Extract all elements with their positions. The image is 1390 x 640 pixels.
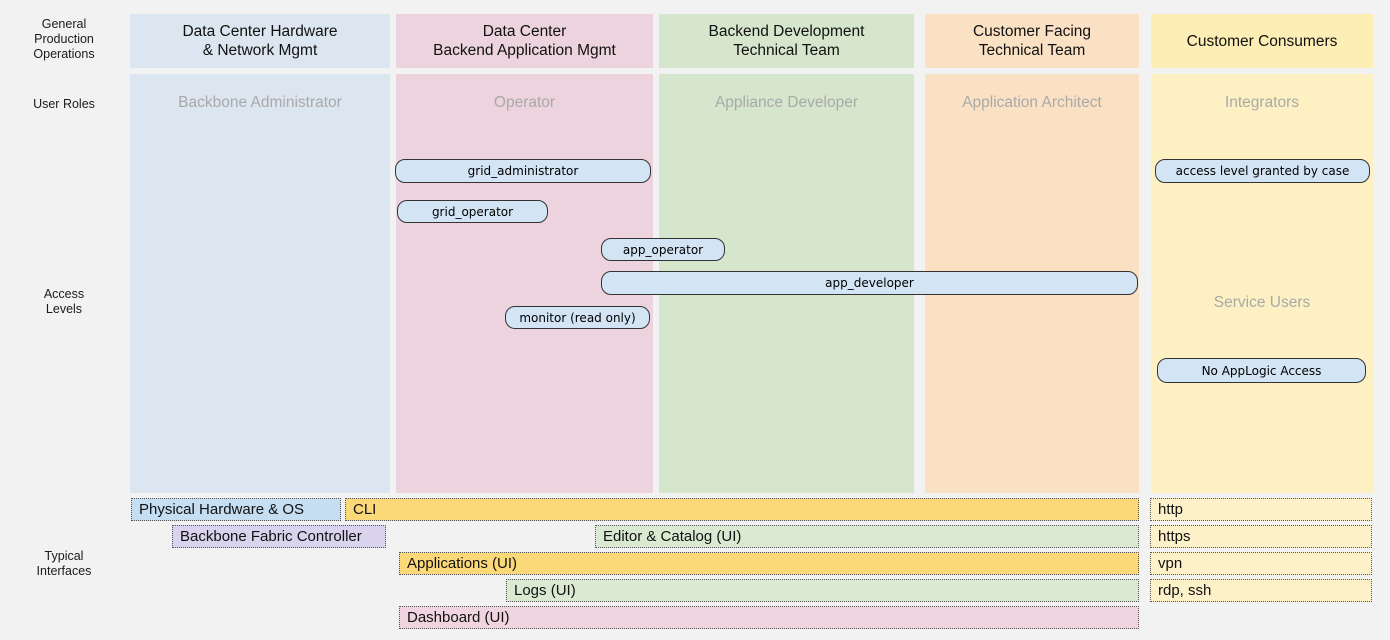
column-header-dc-backend-app: Data Center Backend Application Mgmt bbox=[396, 14, 653, 68]
access-pill-grid-operator: grid_operator bbox=[397, 200, 548, 223]
user-role-operator: Operator bbox=[396, 74, 653, 112]
access-pill-grid-administrator: grid_administrator bbox=[395, 159, 651, 183]
interface-bar-dashboard-ui: Dashboard (UI) bbox=[399, 606, 1139, 629]
interface-bar-http: http bbox=[1150, 498, 1372, 521]
column-body-dc-hardware-network: Backbone Administrator bbox=[130, 74, 390, 493]
interface-bar-applications-ui: Applications (UI) bbox=[399, 552, 1139, 575]
column-body-customer-consumers: Integrators bbox=[1151, 74, 1373, 493]
label-typical-interfaces: Typical Interfaces bbox=[12, 549, 116, 579]
label-access-levels: Access Levels bbox=[12, 287, 116, 317]
access-pill-monitor-read-only: monitor (read only) bbox=[505, 306, 650, 329]
interface-bar-https: https bbox=[1150, 525, 1372, 548]
interface-bar-vpn: vpn bbox=[1150, 552, 1372, 575]
interface-bar-backbone-fabric-controller: Backbone Fabric Controller bbox=[172, 525, 386, 548]
interface-bar-editor-catalog-ui: Editor & Catalog (UI) bbox=[595, 525, 1139, 548]
user-role-service-users: Service Users bbox=[1151, 294, 1373, 312]
role-access-diagram: General Production Operations User Roles… bbox=[0, 0, 1390, 640]
column-header-backend-dev-team: Backend Development Technical Team bbox=[659, 14, 914, 68]
column-header-customer-consumers: Customer Consumers bbox=[1151, 14, 1373, 68]
interface-bar-logs-ui: Logs (UI) bbox=[506, 579, 1139, 602]
access-pill-app-operator: app_operator bbox=[601, 238, 725, 261]
access-pill-no-applogic-access: No AppLogic Access bbox=[1157, 358, 1366, 383]
access-pill-granted-by-case: access level granted by case bbox=[1155, 159, 1370, 183]
column-header-customer-facing-team: Customer Facing Technical Team bbox=[925, 14, 1139, 68]
interface-bar-rdp-ssh: rdp, ssh bbox=[1150, 579, 1372, 602]
user-role-application-architect: Application Architect bbox=[925, 74, 1139, 112]
label-general-production-operations: General Production Operations bbox=[12, 17, 116, 62]
user-role-integrators: Integrators bbox=[1151, 74, 1373, 112]
access-pill-app-developer: app_developer bbox=[601, 271, 1138, 295]
user-role-appliance-developer: Appliance Developer bbox=[659, 74, 914, 112]
interface-bar-physical-hardware-os: Physical Hardware & OS bbox=[131, 498, 341, 521]
column-header-dc-hardware-network: Data Center Hardware & Network Mgmt bbox=[130, 14, 390, 68]
label-user-roles: User Roles bbox=[12, 97, 116, 112]
user-role-backbone-administrator: Backbone Administrator bbox=[130, 74, 390, 112]
interface-bar-cli: CLI bbox=[345, 498, 1139, 521]
